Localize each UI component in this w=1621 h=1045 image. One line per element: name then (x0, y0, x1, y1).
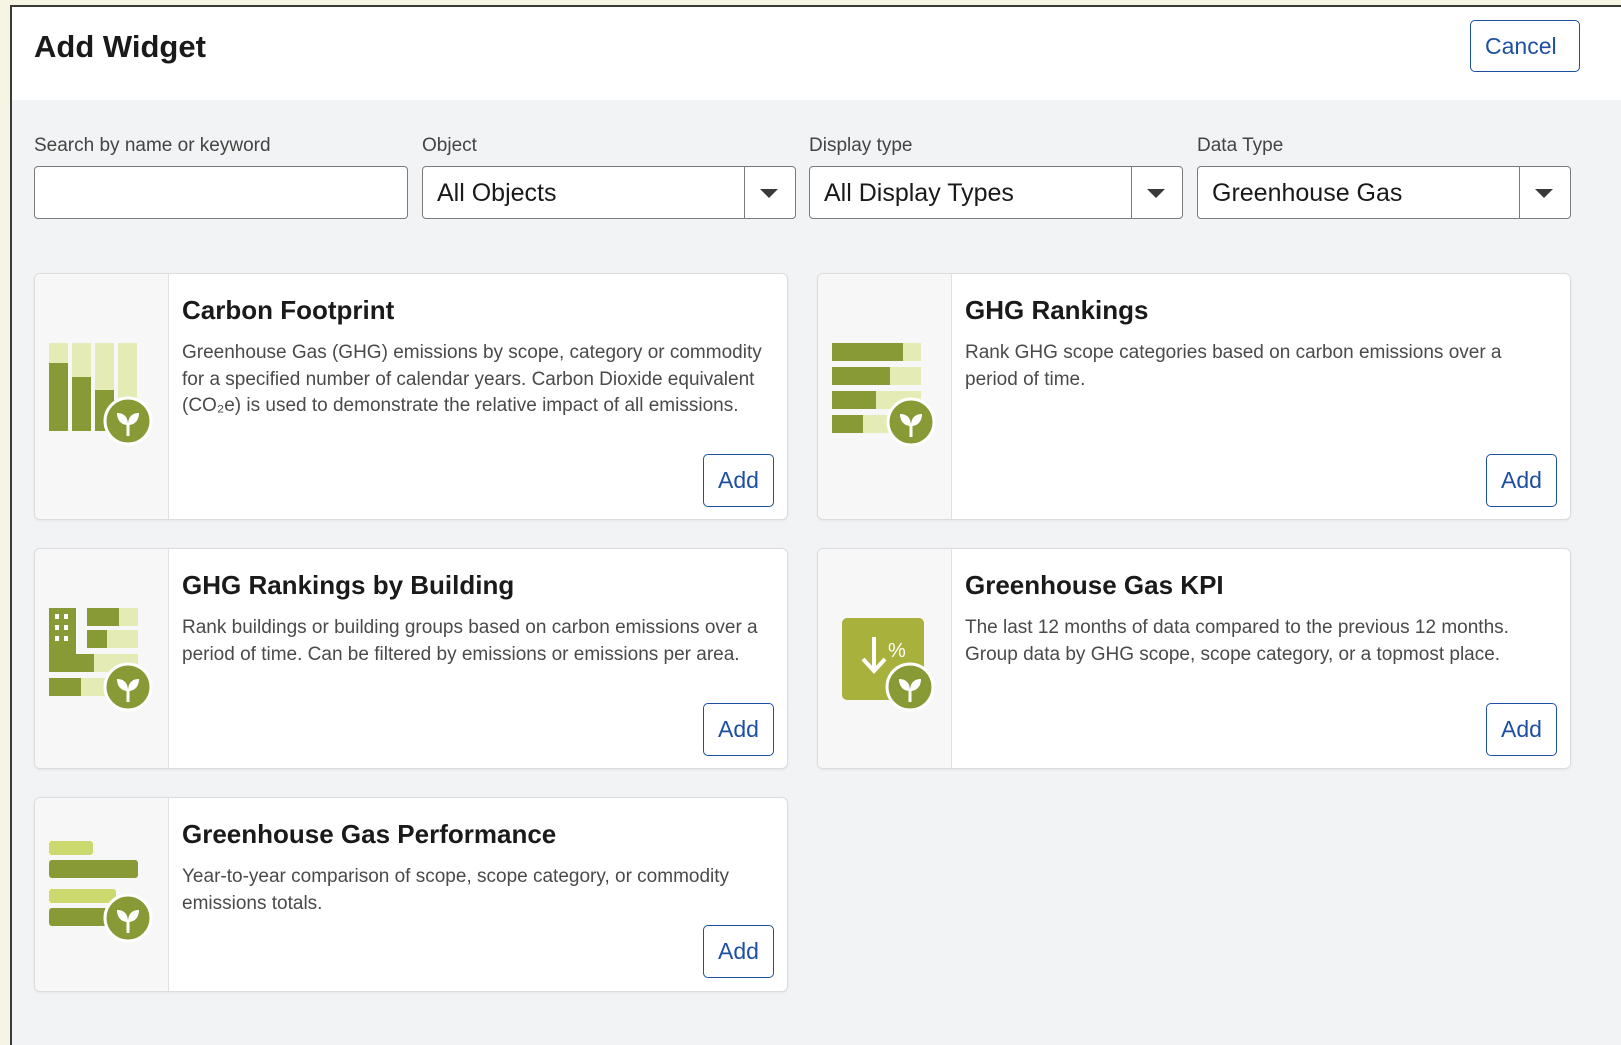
widget-title: Greenhouse Gas KPI (965, 570, 1224, 600)
select-divider (1518, 167, 1520, 218)
widget-title: Greenhouse Gas Performance (182, 819, 557, 849)
widget-description: Rank buildings or building groups based … (182, 617, 758, 665)
widget-card-greenhouse-gas-kpi: % Greenhouse Gas KPI The last 12 months … (817, 548, 1571, 769)
caret-down-icon[interactable] (1147, 189, 1165, 198)
caret-down-icon[interactable] (1535, 189, 1553, 198)
display-type-label: Display type (809, 135, 913, 156)
widget-title: Carbon Footprint (182, 295, 395, 325)
widget-icon-pane (818, 274, 952, 519)
widget-card-carbon-footprint: Carbon Footprint Greenhouse Gas (GHG) em… (34, 273, 788, 520)
svg-text:%: % (888, 640, 906, 662)
widget-card-ghg-rankings-by-building: GHG Rankings by Building Rank buildings … (34, 548, 788, 769)
select-divider (1130, 167, 1132, 218)
display-type-select[interactable]: All Display Types (809, 166, 1183, 219)
add-carbon-footprint-button[interactable]: Add (703, 454, 774, 507)
performance-bars-leaf-icon (49, 841, 153, 943)
add-widget-dialog: Add Widget Cancel Search by name or keyw… (10, 5, 1621, 1045)
object-label: Object (422, 135, 477, 156)
add-greenhouse-gas-kpi-button[interactable]: Add (1486, 703, 1557, 756)
dialog-header: Add Widget Cancel (12, 7, 1621, 100)
widget-description: Year-to-year comparison of scope, scope … (182, 866, 730, 914)
widget-title: GHG Rankings (965, 295, 1149, 325)
building-ranking-leaf-icon (49, 608, 153, 712)
add-ghg-rankings-by-building-button[interactable]: Add (703, 703, 774, 756)
widget-icon-pane (35, 798, 169, 991)
add-ghg-rankings-button[interactable]: Add (1486, 454, 1557, 507)
data-type-label: Data Type (1197, 135, 1284, 156)
widget-title: GHG Rankings by Building (182, 570, 515, 600)
search-input[interactable] (34, 166, 408, 219)
stacked-bar-chart-leaf-icon (49, 343, 153, 446)
widget-card-greenhouse-gas-performance: Greenhouse Gas Performance Year-to-year … (34, 797, 788, 992)
object-select-value: All Objects (437, 179, 557, 207)
ranking-bars-leaf-icon (832, 343, 936, 447)
widget-description: Greenhouse Gas (GHG) emissions by scope,… (182, 342, 762, 416)
data-type-select[interactable]: Greenhouse Gas (1197, 166, 1571, 219)
cancel-button[interactable]: Cancel (1470, 20, 1580, 72)
widget-description: Rank GHG scope categories based on carbo… (965, 342, 1502, 390)
search-label: Search by name or keyword (34, 135, 271, 156)
object-select[interactable]: All Objects (422, 166, 796, 219)
widget-icon-pane (35, 274, 169, 519)
data-type-select-value: Greenhouse Gas (1212, 179, 1403, 207)
widget-description: The last 12 months of data compared to t… (965, 617, 1509, 665)
widget-icon-pane: % (818, 549, 952, 768)
widget-icon-pane (35, 549, 169, 768)
add-greenhouse-gas-performance-button[interactable]: Add (703, 925, 774, 978)
display-type-select-value: All Display Types (824, 179, 1014, 207)
kpi-percent-leaf-icon: % (842, 618, 935, 712)
select-divider (743, 167, 745, 218)
caret-down-icon[interactable] (760, 189, 778, 198)
dialog-title: Add Widget (34, 29, 206, 64)
widget-card-ghg-rankings: GHG Rankings Rank GHG scope categories b… (817, 273, 1571, 520)
